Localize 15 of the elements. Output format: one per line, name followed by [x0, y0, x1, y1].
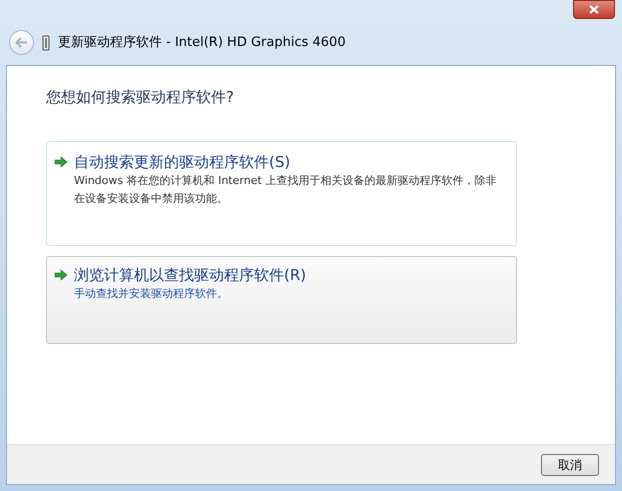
close-button[interactable]: [573, 0, 615, 19]
option-link[interactable]: 自动搜索更新的驱动程序软件(S) Windows 将在您的计算机和 Internet 上查找用于相关设备的最新驱动程序软件，除非在设备安装设备中禁用该功能。: [46, 140, 517, 246]
close-icon: [589, 5, 599, 14]
back-arrow-icon: [15, 37, 28, 48]
dialog-heading: 您想如何搜索驱动程序软件?: [46, 87, 235, 108]
option-title: 自动搜索更新的驱动程序软件(S): [74, 152, 292, 172]
option-description: Windows 将在您的计算机和 Internet 上查找用于相关设备的最新驱动程序软件，除非在设备安装设备中禁用该功能。: [74, 172, 498, 206]
cancel-button[interactable]: 取消: [541, 454, 599, 476]
device-icon: [42, 34, 50, 50]
option-title: 浏览计算机以查找驱动程序软件(R): [74, 264, 306, 284]
arrow-icon: [54, 156, 68, 168]
arrow-icon: [54, 268, 68, 280]
option-link[interactable]: 浏览计算机以查找驱动程序软件(R) 手动查找并安装驱动程序软件。: [46, 256, 517, 344]
option-description: 手动查找并安装驱动程序软件。: [74, 286, 229, 302]
window-title: 更新驱动程序软件 - Intel(R) HD Graphics 4600: [58, 34, 346, 52]
